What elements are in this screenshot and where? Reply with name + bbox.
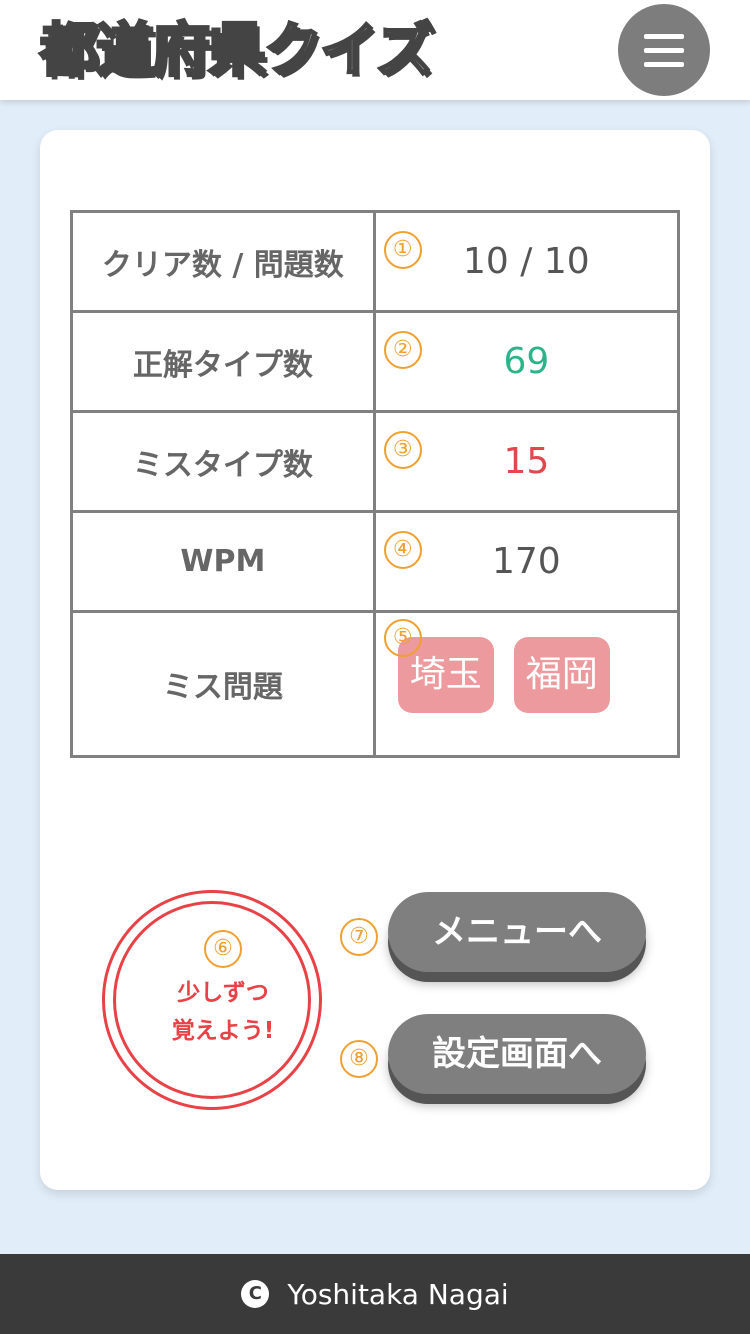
table-row: クリア数 / 問題数 ① 10 / 10 bbox=[70, 210, 681, 313]
logo-char: 県 bbox=[207, 15, 268, 86]
row-value-cell: ② 69 bbox=[372, 310, 681, 413]
footer: C Yoshitaka Nagai bbox=[0, 1254, 750, 1334]
miss-type-count-value: 15 bbox=[503, 441, 550, 482]
stamp-line-1: 少しずつ bbox=[177, 980, 269, 1006]
hamburger-menu-button[interactable] bbox=[618, 4, 710, 96]
app-header: 都 道 府 県 ク イ ズ bbox=[0, 0, 750, 100]
row-value-cell: ③ 15 bbox=[372, 410, 681, 513]
row-label: WPM bbox=[70, 510, 376, 613]
marker-6: ⑥ bbox=[204, 930, 242, 968]
table-row: ミスタイプ数 ③ 15 bbox=[70, 410, 681, 513]
miss-items-list: 埼玉 福岡 bbox=[376, 613, 677, 713]
hamburger-icon bbox=[644, 34, 684, 39]
logo-char: ク bbox=[263, 15, 324, 86]
copyright-icon: C bbox=[241, 1280, 270, 1308]
row-value-cell: ④ 170 bbox=[372, 510, 681, 613]
marker-8: ⑧ bbox=[340, 1040, 378, 1078]
hamburger-icon bbox=[644, 62, 684, 67]
marker-5: ⑤ bbox=[383, 619, 422, 657]
to-settings-button[interactable]: 設定画面へ bbox=[388, 1014, 646, 1094]
wpm-value: 170 bbox=[491, 541, 561, 582]
row-label: ミス問題 bbox=[70, 610, 376, 758]
marker-7: ⑦ bbox=[340, 918, 378, 956]
table-row: 正解タイプ数 ② 69 bbox=[70, 310, 681, 413]
stamp-line-2: 覚えよう! bbox=[171, 1018, 275, 1044]
result-card: クリア数 / 問題数 ① 10 / 10 正解タイプ数 ② 69 ミスタイプ数 … bbox=[40, 130, 710, 1190]
logo-char: ズ bbox=[375, 15, 436, 86]
logo-char: イ bbox=[319, 15, 380, 86]
table-row: WPM ④ 170 bbox=[70, 510, 681, 613]
to-menu-button[interactable]: メニューへ bbox=[388, 892, 646, 972]
row-label: 正解タイプ数 bbox=[70, 310, 376, 413]
marker-4: ④ bbox=[383, 531, 422, 569]
logo-char-accent: 道 bbox=[95, 15, 156, 86]
app-logo[interactable]: 都 道 府 県 ク イ ズ bbox=[38, 12, 436, 88]
row-label: ミスタイプ数 bbox=[70, 410, 376, 513]
logo-char: 府 bbox=[151, 15, 212, 86]
footer-author: Yoshitaka Nagai bbox=[287, 1277, 509, 1311]
clear-count-value: 10 / 10 bbox=[463, 241, 590, 282]
row-value-cell: ① 10 / 10 bbox=[372, 210, 681, 313]
marker-1: ① bbox=[383, 231, 422, 269]
row-label: クリア数 / 問題数 bbox=[70, 210, 376, 313]
stamp-text: 少しずつ 覚えよう! bbox=[116, 974, 330, 1050]
correct-type-count-value: 69 bbox=[503, 341, 550, 382]
encouragement-stamp: ⑥ 少しずつ 覚えよう! bbox=[102, 890, 322, 1110]
marker-3: ③ bbox=[383, 431, 422, 469]
results-table: クリア数 / 問題数 ① 10 / 10 正解タイプ数 ② 69 ミスタイプ数 … bbox=[70, 210, 681, 758]
missed-prefecture-tag[interactable]: 福岡 bbox=[513, 637, 610, 713]
hamburger-icon bbox=[644, 48, 684, 53]
stamp-inner-ring: ⑥ 少しずつ 覚えよう! bbox=[113, 901, 311, 1099]
logo-char: 都 bbox=[38, 15, 99, 86]
miss-items-cell: ⑤ 埼玉 福岡 bbox=[372, 610, 681, 758]
marker-2: ② bbox=[383, 331, 422, 369]
table-row: ミス問題 ⑤ 埼玉 福岡 bbox=[70, 610, 681, 758]
